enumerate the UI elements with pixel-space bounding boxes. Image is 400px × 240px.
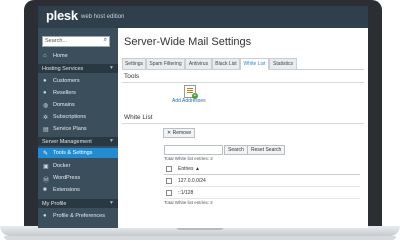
home-icon: ⌂ — [43, 53, 47, 59]
sidebar-item-wordpress[interactable]: Ⓦ WordPress — [38, 173, 118, 184]
laptop-shadow — [4, 236, 396, 240]
sidebar-item-label: Domains — [53, 102, 75, 108]
remove-button[interactable]: ✕ Remove — [163, 128, 196, 138]
table-row: ::1/128 — [164, 188, 360, 199]
extensions-icon: ■ — [43, 187, 47, 193]
group-label: Server Management — [42, 138, 92, 145]
sidebar-item-extensions[interactable]: ■ Extensions — [38, 185, 118, 195]
docker-icon: ▣ — [43, 164, 49, 170]
tools-heading: Tools — [124, 73, 140, 80]
sidebar-item-label: Extensions — [53, 187, 80, 193]
page-title: Server-Wide Mail Settings — [124, 36, 252, 48]
list-lines — [187, 88, 193, 89]
sidebar-item-label: Tools & Settings — [53, 150, 93, 156]
user-icon: ● — [43, 78, 47, 84]
add-addresses-link[interactable]: Add Addresses — [172, 98, 206, 104]
tab-settings[interactable]: Settings — [122, 58, 146, 69]
column-header-entries[interactable]: Entries ▲ — [178, 166, 200, 172]
sidebar-item-label: Resellers — [53, 90, 76, 96]
remove-label: Remove — [172, 130, 192, 136]
sidebar-item-label: Home — [53, 53, 68, 59]
total-entries-top: Total White list entries: 2 — [164, 156, 213, 161]
profile-icon: ● — [43, 213, 47, 219]
sidebar-item-tools-settings[interactable]: ✎ Tools & Settings — [38, 148, 118, 158]
whitelist-heading: White List — [124, 114, 153, 121]
reseller-icon: ● — [43, 90, 47, 96]
search-placeholder: Search... — [45, 38, 68, 44]
group-label: My Profile — [42, 200, 67, 207]
sidebar-item-docker[interactable]: ▣ Docker — [38, 161, 118, 171]
main-content: Server-Wide Mail Settings Settings Spam … — [118, 28, 368, 228]
tab-black-list[interactable]: Black List — [212, 58, 240, 69]
search-button[interactable]: Search — [224, 145, 248, 155]
wordpress-icon: Ⓦ — [43, 178, 50, 184]
edition-label: web host edition — [81, 14, 125, 20]
table-header: Entries ▲ — [164, 164, 360, 175]
sidebar-item-customers[interactable]: ● Customers — [38, 76, 118, 86]
sidebar-item-subscriptions[interactable]: ✲ Subscriptions — [38, 112, 118, 122]
sidebar-item-home[interactable]: ⌂ Home — [38, 51, 118, 61]
tab-statistics[interactable]: Statistics — [269, 58, 297, 69]
top-bar: plesk web host edition — [38, 6, 368, 28]
sidebar-item-resellers[interactable]: ● Resellers — [38, 88, 118, 98]
sidebar-item-label: Profile & Preferences — [53, 213, 105, 219]
search-input[interactable]: Search... ⌕ — [42, 36, 110, 47]
total-entries-bottom: Total White list entries: 2 — [164, 200, 213, 205]
tools-icon: ✎ — [43, 151, 49, 157]
sort-asc-icon: ▲ — [194, 166, 200, 172]
group-hosting-services[interactable]: Hosting Services ▼ — [38, 64, 118, 73]
chevron-down-icon: ▼ — [109, 138, 114, 144]
service-plans-icon: ▤ — [43, 127, 49, 133]
select-all-checkbox[interactable] — [166, 166, 172, 172]
entry-value: 127.0.0.0/24 — [178, 178, 206, 184]
sidebar-item-profile[interactable]: ● Profile & Preferences — [38, 211, 118, 221]
sidebar-item-label: Customers — [53, 78, 80, 84]
chevron-down-icon: ▼ — [109, 200, 114, 206]
group-my-profile[interactable]: My Profile ▼ — [38, 199, 118, 208]
sidebar-item-label: Subscriptions — [53, 114, 87, 120]
tab-bar: Settings Spam Filtering Antivirus Black … — [122, 58, 364, 70]
filter-input[interactable] — [164, 145, 223, 155]
sidebar-item-domains[interactable]: ◍ Domains — [38, 100, 118, 110]
tab-spam-filtering[interactable]: Spam Filtering — [146, 58, 185, 69]
globe-icon: ◍ — [43, 103, 49, 109]
row-checkbox[interactable] — [166, 178, 172, 184]
chevron-down-icon: ▼ — [109, 65, 114, 71]
table-row: 127.0.0.0/24 — [164, 176, 360, 187]
search-icon[interactable]: ⌕ — [104, 37, 107, 44]
entry-value: ::1/128 — [178, 190, 194, 196]
column-label: Entries — [178, 166, 194, 172]
plesk-logo[interactable]: plesk — [46, 8, 78, 23]
reset-search-button[interactable]: Reset Search — [247, 145, 286, 155]
tab-white-list[interactable]: White List — [240, 58, 269, 70]
sidebar-item-label: Service Plans — [53, 126, 87, 132]
group-server-management[interactable]: Server Management ▼ — [38, 137, 118, 146]
divider — [122, 123, 364, 124]
group-label: Hosting Services — [42, 65, 84, 72]
sidebar-item-service-plans[interactable]: ▤ Service Plans — [38, 124, 118, 134]
row-checkbox[interactable] — [166, 190, 172, 196]
divider — [122, 82, 364, 83]
sidebar: Search... ⌕ ⌂ Home Hosting Services ▼ ● … — [38, 28, 118, 228]
add-addresses-icon[interactable]: + — [184, 85, 198, 99]
subscriptions-icon: ✲ — [43, 115, 49, 121]
screen: plesk web host edition Search... ⌕ ⌂ Hom… — [38, 6, 368, 228]
sidebar-item-label: Docker — [53, 163, 71, 169]
tab-antivirus[interactable]: Antivirus — [185, 58, 212, 69]
sidebar-item-label: WordPress — [53, 175, 81, 181]
